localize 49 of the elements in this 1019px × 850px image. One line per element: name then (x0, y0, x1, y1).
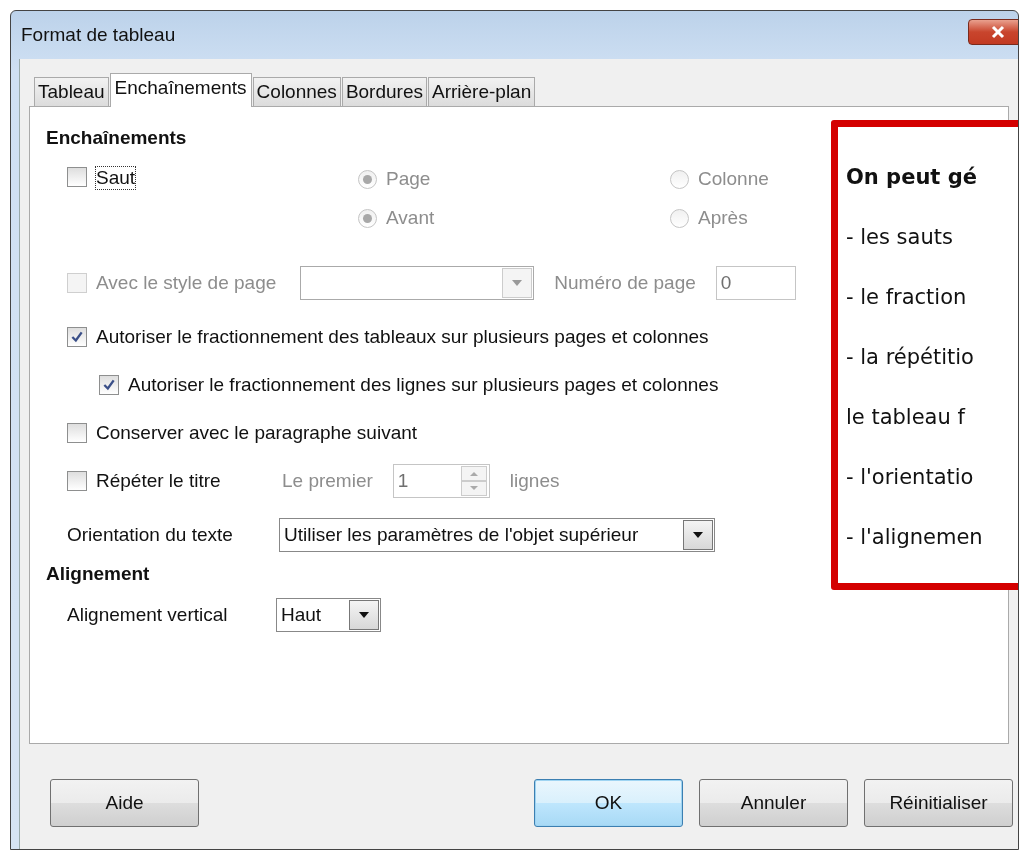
spin-field[interactable]: 1 (392, 464, 490, 498)
checkbox[interactable] (67, 167, 87, 187)
callout-text: - l'orientatio (846, 465, 975, 491)
checkbox[interactable] (67, 423, 87, 443)
text-orientation-dropdown[interactable]: Utiliser les paramètres de l'objet supérieur (279, 518, 715, 552)
checkbox[interactable] (67, 471, 87, 491)
unit-label: lignes (509, 470, 560, 492)
checkbox-label: Conserver avec le paragraphe suivant (96, 422, 418, 444)
callout-text: On peut gé (846, 165, 978, 191)
callout-text: - le fraction (846, 285, 968, 311)
tab[interactable]: Bordures (341, 77, 427, 106)
field-label: Le premier (282, 470, 373, 492)
checkbox[interactable] (99, 375, 119, 395)
tab[interactable]: Enchaînements (109, 73, 252, 107)
close-button[interactable] (968, 19, 1018, 45)
checkbox-label: Autoriser le fractionnement des tableaux sur plusieurs pages et colonnes (96, 326, 709, 348)
radio-label: Page (386, 168, 431, 190)
callout-text: - les sauts (846, 225, 954, 251)
dialog-button[interactable]: Réinitialiser (864, 779, 1013, 827)
section-heading: Alignement (46, 563, 151, 586)
checkbox-label: Répéter le titre (96, 470, 222, 492)
checkbox-label: Avec le style de page (96, 272, 277, 294)
close-icon (990, 25, 1006, 39)
tab[interactable]: Colonnes (252, 77, 341, 106)
window-title: Format de tableau (21, 24, 176, 46)
callout-text: - l'alignemen (846, 525, 984, 551)
section-heading: Enchaînements (46, 127, 188, 150)
field-label: Alignement vertical (67, 604, 229, 626)
tab[interactable]: Arrière-plan (428, 77, 536, 106)
field-label: Orientation du texte (67, 524, 234, 546)
caret-icon (512, 280, 523, 286)
radio-label: Avant (386, 207, 435, 229)
tab[interactable]: Tableau (34, 77, 109, 106)
caret-icon (359, 612, 369, 618)
dialog-button[interactable]: OK (534, 779, 683, 827)
caret-icon (693, 532, 703, 538)
page-style-dropdown[interactable] (300, 266, 535, 300)
checkbox[interactable] (67, 327, 87, 347)
callout-text: - la répétitio (846, 345, 975, 371)
dialog-button[interactable]: Aide (50, 779, 199, 827)
vertical-alignment-dropdown[interactable]: Haut (276, 598, 381, 632)
checkbox-label: Saut (96, 167, 136, 189)
radio-label: Après (698, 207, 748, 229)
spin-arrows-icon[interactable] (460, 466, 487, 496)
radio-label: Colonne (698, 168, 769, 190)
checkbox-label: Autoriser le fractionnement des lignes sur plusieurs pages et colonnes (128, 374, 719, 396)
field-label: Numéro de page (554, 272, 696, 294)
callout-text: le tableau f (846, 405, 967, 431)
dialog-button[interactable]: Annuler (699, 779, 848, 827)
